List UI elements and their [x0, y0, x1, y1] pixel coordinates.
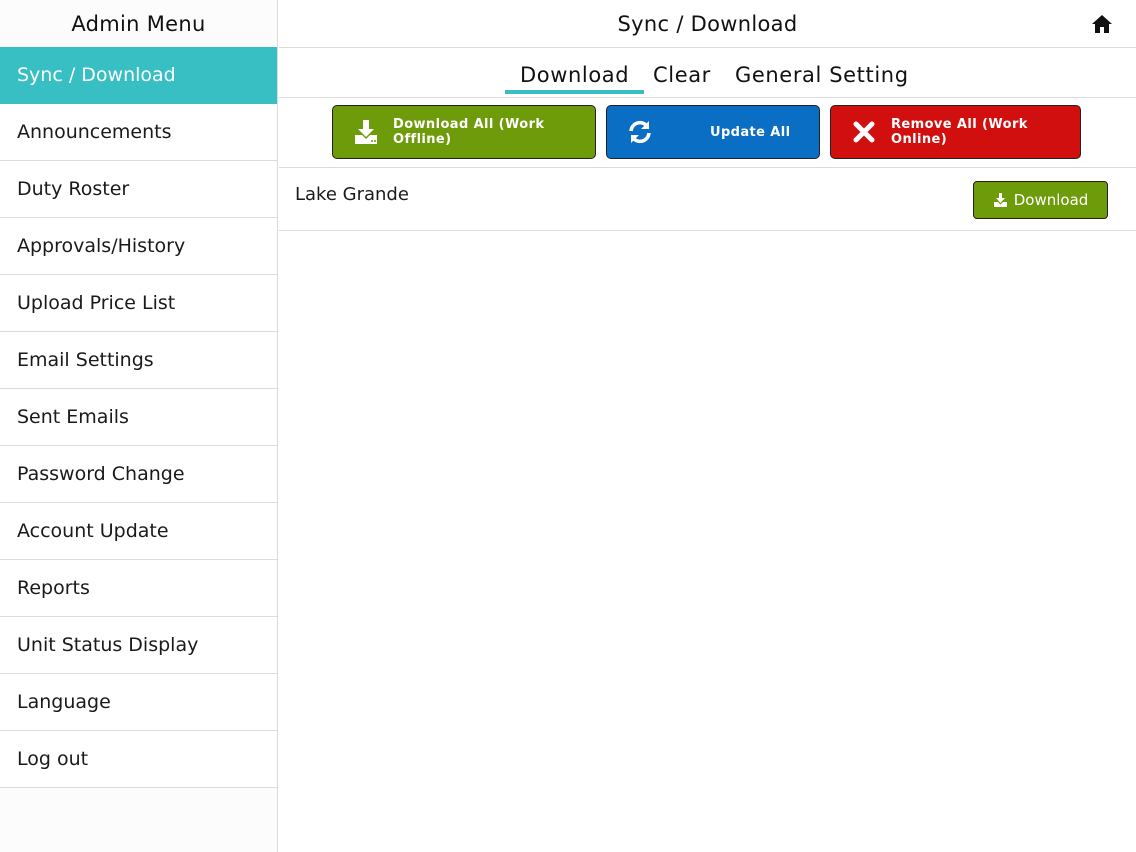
download-button-label: Download: [1013, 191, 1089, 209]
action-bar: Download All (Work Offline) Update All R…: [279, 98, 1136, 168]
sidebar-item-announcements[interactable]: Announcements: [0, 104, 277, 161]
tab-general-setting[interactable]: General Setting: [735, 58, 909, 92]
sidebar-item-upload-price-list[interactable]: Upload Price List: [0, 275, 277, 332]
tab-download[interactable]: Download: [504, 58, 645, 94]
remove-all-button[interactable]: Remove All (Work Online): [830, 105, 1081, 159]
sidebar-item-log-out[interactable]: Log out: [0, 731, 277, 788]
sidebar-item-sync-download[interactable]: Sync / Download: [0, 47, 277, 104]
top-bar: Sync / Download: [279, 0, 1136, 48]
sidebar-title: Admin Menu: [71, 11, 206, 36]
update-all-button[interactable]: Update All: [606, 105, 820, 159]
download-icon: [353, 119, 379, 145]
tab-bar: Download Clear General Setting: [279, 48, 1136, 98]
main-panel: Sync / Download Download Clear General S…: [279, 0, 1136, 852]
list-item: Lake Grande Download: [279, 168, 1136, 231]
refresh-icon: [627, 119, 653, 145]
page-title: Sync / Download: [617, 11, 798, 36]
sidebar-item-duty-roster[interactable]: Duty Roster: [0, 161, 277, 218]
download-all-button[interactable]: Download All (Work Offline): [332, 105, 596, 159]
remove-all-label: Remove All (Work Online): [891, 117, 1028, 147]
download-icon: [993, 192, 1008, 208]
admin-menu-list: Sync / Download Announcements Duty Roste…: [0, 47, 277, 788]
update-all-label: Update All: [710, 124, 791, 140]
sidebar-item-sent-emails[interactable]: Sent Emails: [0, 389, 277, 446]
home-icon[interactable]: [1090, 13, 1114, 35]
tab-clear[interactable]: Clear: [653, 58, 711, 92]
close-icon: [851, 119, 877, 145]
item-name: Lake Grande: [295, 184, 409, 205]
download-all-label: Download All (Work Offline): [393, 117, 545, 147]
sidebar-item-email-settings[interactable]: Email Settings: [0, 332, 277, 389]
sidebar-item-approvals-history[interactable]: Approvals/History: [0, 218, 277, 275]
sidebar-item-password-change[interactable]: Password Change: [0, 446, 277, 503]
download-button[interactable]: Download: [973, 181, 1108, 219]
sidebar-item-language[interactable]: Language: [0, 674, 277, 731]
sidebar-item-reports[interactable]: Reports: [0, 560, 277, 617]
sidebar-item-unit-status-display[interactable]: Unit Status Display: [0, 617, 277, 674]
sidebar-item-account-update[interactable]: Account Update: [0, 503, 277, 560]
admin-sidebar: Admin Menu Sync / Download Announcements…: [0, 0, 278, 852]
